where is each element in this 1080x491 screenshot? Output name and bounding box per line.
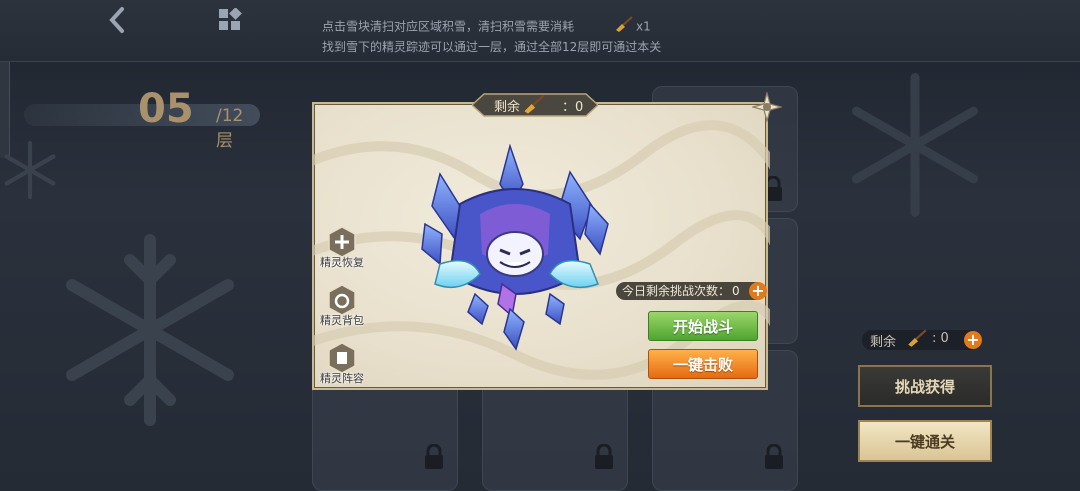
remaining-banner: 剩余 ：0 [472, 93, 598, 117]
banner-remaining-label: 剩余 [494, 100, 521, 115]
ice-crystal-monster-image [421, 144, 609, 351]
spirit-bag-button[interactable]: 精灵背包 [316, 284, 368, 328]
daily-tries-count: 0 [732, 284, 740, 298]
remaining-count: : 0 [932, 331, 949, 346]
close-icon[interactable] [752, 92, 782, 122]
instruction-text: 点击雪块清扫对应区域积雪，清扫积雪需要消耗 x1 找到雪下的精灵踪迹可以通过一层，… [322, 16, 661, 57]
spirit-bag-label: 精灵背包 [320, 314, 364, 327]
snow-tile[interactable] [482, 380, 628, 491]
spirit-recover-button[interactable]: 精灵恢复 [316, 226, 368, 270]
floor-total: /12层 [216, 106, 244, 151]
hint-cost: x1 [636, 19, 651, 34]
lock-icon [595, 444, 613, 469]
daily-tries-label: 今日剩余挑战次数： [622, 284, 731, 298]
top-bar: 点击雪块清扫对应区域积雪，清扫积雪需要消耗 x1 找到雪下的精灵踪迹可以通过一层，… [0, 0, 1080, 62]
snowflake-icon [66, 234, 234, 426]
spirit-recover-label: 精灵恢复 [320, 256, 364, 269]
add-broom-button[interactable]: + [964, 331, 982, 349]
hint-line-2: 找到雪下的精灵踪迹可以通过一层，通过全部12层即可通过本关 [322, 40, 662, 54]
broom-icon [614, 16, 634, 38]
spirit-lineup-label: 精灵阵容 [320, 372, 364, 385]
back-arrow-icon[interactable] [104, 6, 130, 34]
start-battle-button[interactable]: 开始战斗 [648, 311, 758, 341]
hint-line-1: 点击雪块清扫对应区域积雪，清扫积雪需要消耗 [322, 19, 575, 34]
one-click-clear-button[interactable]: 一键通关 [858, 420, 992, 462]
challenge-reward-button[interactable]: 挑战获得 [858, 365, 992, 407]
floor-current: 05 [138, 86, 194, 132]
add-tries-button[interactable]: + [749, 282, 767, 300]
remaining-brooms-counter: 剩余 : 0 [862, 329, 980, 350]
snow-tile[interactable] [312, 380, 458, 491]
snowflake-icon [4, 140, 56, 200]
spirit-lineup-button[interactable]: 精灵阵容 [316, 342, 368, 386]
one-click-defeat-button[interactable]: 一键击败 [648, 349, 758, 379]
banner-remaining-count: ：0 [562, 100, 584, 115]
daily-tries-counter: 今日剩余挑战次数： 0 [616, 282, 766, 300]
floor-indicator: 05 /12层 [24, 86, 260, 151]
lock-icon [765, 444, 783, 469]
lock-icon [425, 444, 443, 469]
menu-grid-icon[interactable] [218, 8, 242, 32]
broom-icon [524, 94, 545, 114]
snowflake-icon [852, 73, 978, 217]
remaining-label: 剩余 [870, 335, 897, 350]
broom-icon [908, 329, 927, 347]
